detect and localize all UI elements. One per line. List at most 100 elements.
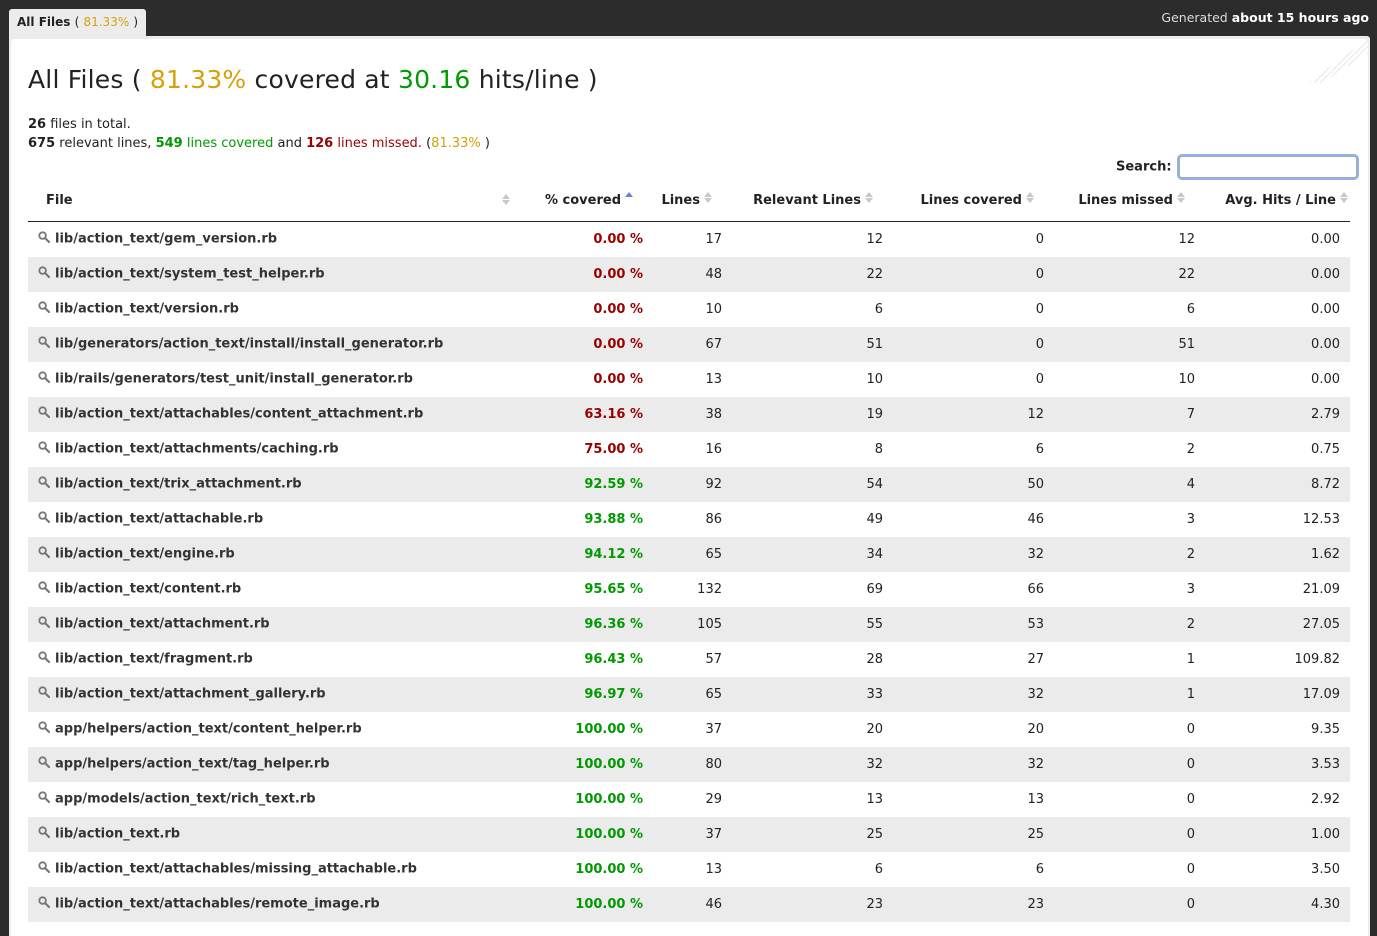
magnifier-icon[interactable] <box>38 616 51 632</box>
magnifier-icon[interactable] <box>38 546 51 562</box>
col-header-avg-hits[interactable]: Avg. Hits / Line <box>1205 180 1350 222</box>
magnifier-icon[interactable] <box>38 686 51 702</box>
file-link[interactable]: lib/action_text/attachables/content_atta… <box>55 407 423 422</box>
magnifier-icon[interactable] <box>38 441 51 457</box>
content-area: All Files ( 81.33% covered at 30.16 hits… <box>11 39 1368 936</box>
col-header-lines[interactable]: Lines <box>651 180 732 222</box>
magnifier-icon[interactable] <box>38 896 51 912</box>
file-cell: lib/action_text/attachable.rb <box>28 502 527 537</box>
lines-missed: 2 <box>1186 441 1195 457</box>
col-label-covered: % covered <box>544 193 621 208</box>
table-row: lib/action_text/trix_attachment.rb 92.59 … <box>28 466 1350 502</box>
lines-missed: 6 <box>1186 301 1195 317</box>
file-link[interactable]: lib/action_text/attachment_gallery.rb <box>55 687 326 702</box>
file-link[interactable]: app/helpers/action_text/content_helper.r… <box>55 722 362 737</box>
magnifier-icon[interactable] <box>38 476 51 492</box>
lines-count: 105 <box>697 616 722 632</box>
search-input[interactable] <box>1179 156 1358 178</box>
covered-count: 549 <box>155 136 183 151</box>
file-cell: app/models/action_text/rich_text.rb <box>28 782 527 817</box>
file-link[interactable]: lib/action_text/attachable.rb <box>55 512 263 527</box>
file-cell: lib/action_text.rb <box>28 817 527 852</box>
lines-count: 65 <box>705 546 722 562</box>
magnifier-icon[interactable] <box>38 336 51 352</box>
covered-percent: 94.12 % <box>584 546 643 562</box>
lines-missed: 0 <box>1186 791 1195 807</box>
magnifier-icon[interactable] <box>38 791 51 807</box>
file-cell: lib/action_text/attachables/remote_image… <box>28 887 527 922</box>
file-link[interactable]: lib/action_text/engine.rb <box>55 547 235 562</box>
covered-percent: 0.00 % <box>593 371 643 387</box>
lines-missed: 0 <box>1186 756 1195 772</box>
lines-count: 16 <box>705 441 722 457</box>
relevant-lines: 49 <box>866 511 883 527</box>
col-header-lines-covered[interactable]: Lines covered <box>893 180 1054 222</box>
avg-hits: 3.53 <box>1311 756 1340 772</box>
file-link[interactable]: lib/action_text/attachments/caching.rb <box>55 442 339 457</box>
relevant-lines: 25 <box>866 826 883 842</box>
file-link[interactable]: app/models/action_text/rich_text.rb <box>55 792 316 807</box>
magnifier-icon[interactable] <box>38 756 51 772</box>
lines-count: 132 <box>697 581 722 597</box>
magnifier-icon[interactable] <box>38 406 51 422</box>
magnifier-icon[interactable] <box>38 371 51 387</box>
relevant-lines: 28 <box>866 651 883 667</box>
file-cell: lib/action_text/content.rb <box>28 572 527 607</box>
lines-missed: 0 <box>1186 896 1195 912</box>
file-link[interactable]: lib/action_text/gem_version.rb <box>55 232 277 247</box>
lines-count: 37 <box>705 826 722 842</box>
file-link[interactable]: lib/action_text/content.rb <box>55 582 241 597</box>
magnifier-icon[interactable] <box>38 861 51 877</box>
file-link[interactable]: lib/action_text/version.rb <box>55 302 239 317</box>
file-link[interactable]: lib/action_text/attachment.rb <box>55 617 270 632</box>
col-header-lines-missed[interactable]: Lines missed <box>1054 180 1205 222</box>
file-link[interactable]: lib/rails/generators/test_unit/install_g… <box>55 372 413 387</box>
magnifier-icon[interactable] <box>38 511 51 527</box>
lines-missed: 22 <box>1178 266 1195 282</box>
file-cell: lib/action_text/fragment.rb <box>28 642 527 677</box>
file-link[interactable]: lib/action_text/system_test_helper.rb <box>55 267 325 282</box>
magnifier-icon[interactable] <box>38 231 51 247</box>
file-cell: lib/action_text/attachables/missing_atta… <box>28 852 527 887</box>
file-link[interactable]: lib/action_text/fragment.rb <box>55 652 253 667</box>
file-link[interactable]: lib/generators/action_text/install/insta… <box>55 337 443 352</box>
lines-missed: 2 <box>1186 616 1195 632</box>
file-cell: lib/action_text/gem_version.rb <box>28 222 527 257</box>
file-link[interactable]: lib/action_text/attachables/missing_atta… <box>55 862 417 877</box>
file-link[interactable]: lib/action_text/trix_attachment.rb <box>55 477 302 492</box>
col-header-covered[interactable]: % covered <box>527 180 651 222</box>
lines-missed: 1 <box>1186 686 1195 702</box>
magnifier-icon[interactable] <box>38 826 51 842</box>
covered-percent: 100.00 % <box>575 861 643 877</box>
relevant-lines: 55 <box>866 616 883 632</box>
magnifier-icon[interactable] <box>38 651 51 667</box>
summary-percent: 81.33% <box>431 136 481 151</box>
avg-hits: 9.35 <box>1311 721 1340 737</box>
avg-hits: 0.75 <box>1311 441 1340 457</box>
file-cell: lib/generators/action_text/install/insta… <box>28 327 527 362</box>
tab-all-files[interactable]: All Files ( 81.33% ) <box>9 9 147 36</box>
col-header-relevant[interactable]: Relevant Lines <box>732 180 893 222</box>
lines-covered: 20 <box>1027 721 1044 737</box>
covered-text: lines covered <box>186 136 274 151</box>
file-link[interactable]: lib/action_text/attachables/remote_image… <box>55 897 380 912</box>
missed-text: lines missed. <box>337 136 422 151</box>
magnifier-icon[interactable] <box>38 266 51 282</box>
title-mid: covered at <box>254 65 390 94</box>
table-row: lib/action_text/system_test_helper.rb 0.0… <box>28 256 1350 292</box>
magnifier-icon[interactable] <box>38 301 51 317</box>
lines-missed: 12 <box>1178 231 1195 247</box>
covered-percent: 0.00 % <box>593 231 643 247</box>
avg-hits: 0.00 <box>1311 301 1340 317</box>
files-total: 26 <box>28 117 47 132</box>
col-header-file[interactable]: File <box>28 180 527 222</box>
lines-covered: 32 <box>1027 756 1044 772</box>
tab-percent: 81.33% <box>83 15 130 29</box>
magnifier-icon[interactable] <box>38 581 51 597</box>
lines-count: 86 <box>705 511 722 527</box>
file-link[interactable]: app/helpers/action_text/tag_helper.rb <box>55 757 330 772</box>
lines-count: 92 <box>705 476 722 492</box>
file-link[interactable]: lib/action_text.rb <box>55 827 180 842</box>
magnifier-icon[interactable] <box>38 721 51 737</box>
relevant-lines: 19 <box>866 406 883 422</box>
